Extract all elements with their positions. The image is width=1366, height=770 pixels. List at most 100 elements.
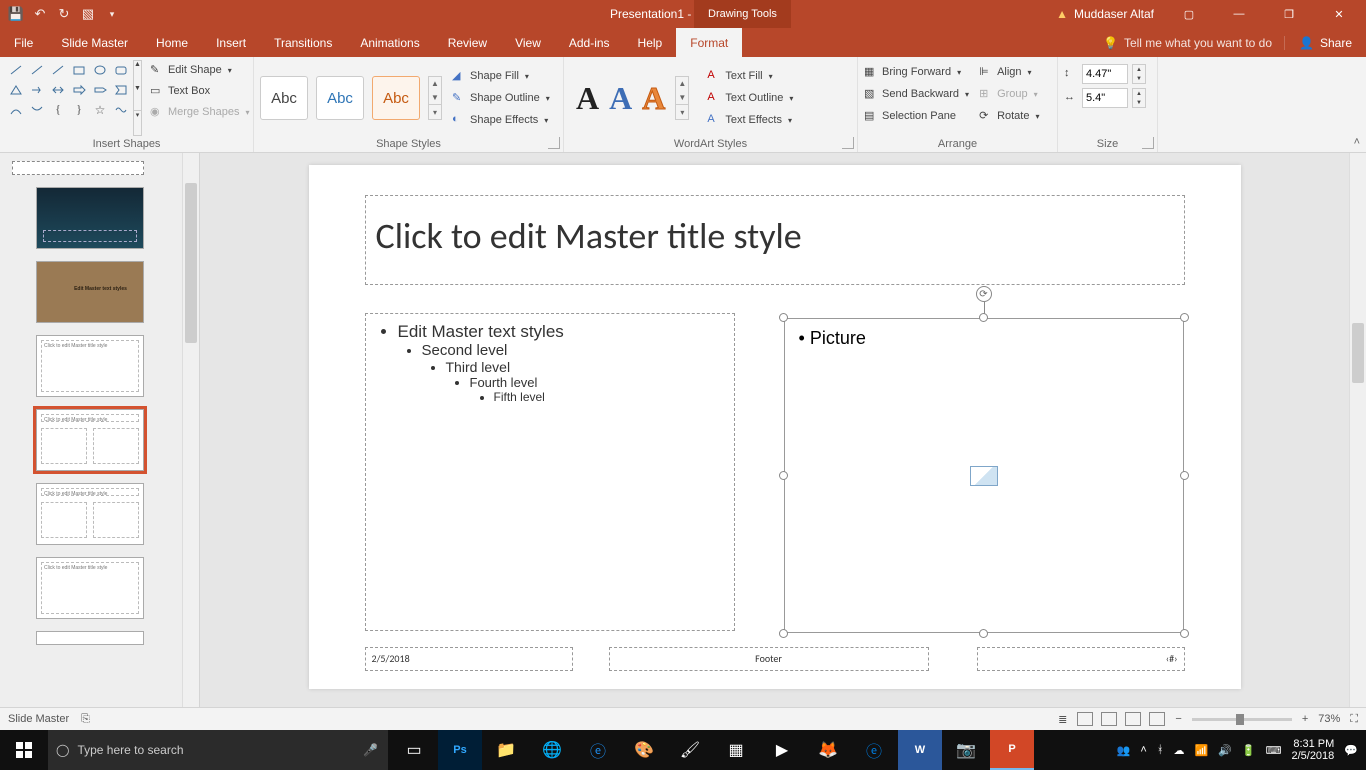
- resize-handle[interactable]: [779, 629, 788, 638]
- text-outline-button[interactable]: AText Outline▾: [707, 88, 793, 108]
- shape-styles-launcher[interactable]: [548, 137, 560, 149]
- notifications-icon[interactable]: 💬: [1344, 744, 1358, 757]
- camera-icon[interactable]: 📷: [944, 730, 988, 770]
- onedrive-icon[interactable]: ☁: [1173, 744, 1184, 757]
- footer-placeholder[interactable]: Footer: [609, 647, 929, 671]
- redo-icon[interactable]: ↻: [56, 6, 72, 22]
- title-placeholder[interactable]: Click to edit Master title style: [365, 195, 1185, 285]
- layout-thumb[interactable]: Click to edit Master title style: [36, 335, 144, 397]
- battery-icon[interactable]: 🔋: [1242, 744, 1256, 757]
- tab-animations[interactable]: Animations: [346, 28, 433, 57]
- tray-clock[interactable]: 8:31 PM 2/5/2018: [1291, 738, 1334, 762]
- shapes-gallery[interactable]: { } ☆: [6, 60, 131, 136]
- bring-forward-button[interactable]: ▦Bring Forward▾: [864, 62, 969, 82]
- layout-thumb[interactable]: [36, 631, 144, 645]
- task-view-icon[interactable]: ▭: [392, 730, 436, 770]
- explorer-icon[interactable]: 📁: [484, 730, 528, 770]
- edit-shape-button[interactable]: ✎Edit Shape▾: [150, 60, 250, 80]
- fit-to-window-icon[interactable]: ⛶: [1350, 713, 1358, 726]
- wordart-launcher[interactable]: [842, 137, 854, 149]
- tab-transitions[interactable]: Transitions: [260, 28, 346, 57]
- qat-customize-icon[interactable]: ▾: [104, 6, 120, 22]
- taskbar-search[interactable]: ◯ Type here to search 🎤: [48, 730, 388, 770]
- height-input[interactable]: [1082, 64, 1128, 84]
- reading-view-icon[interactable]: [1125, 712, 1141, 726]
- style-thumb[interactable]: Abc: [372, 76, 420, 120]
- layout-thumb[interactable]: [12, 161, 144, 175]
- zoom-in-button[interactable]: +: [1302, 713, 1308, 725]
- powerpoint-icon[interactable]: P: [990, 730, 1034, 770]
- shape-outline-button[interactable]: ✎Shape Outline▾: [452, 88, 550, 108]
- text-effects-button[interactable]: AText Effects▾: [707, 110, 793, 130]
- tab-addins[interactable]: Add-ins: [555, 28, 624, 57]
- tab-review[interactable]: Review: [434, 28, 501, 57]
- height-spinner[interactable]: ▲▼: [1132, 64, 1146, 84]
- shape-style-gallery[interactable]: Abc Abc Abc ▲▼▾: [260, 76, 442, 120]
- ie-icon[interactable]: ⓔ: [576, 730, 620, 770]
- rotate-handle[interactable]: ⟳: [976, 286, 992, 302]
- wordart-gallery-more[interactable]: ▲▼▾: [675, 76, 689, 120]
- wordart-thumb[interactable]: A: [576, 80, 599, 117]
- tab-home[interactable]: Home: [142, 28, 202, 57]
- volume-icon[interactable]: 🔊: [1218, 744, 1232, 757]
- picture-icon[interactable]: [970, 466, 998, 486]
- layout-thumb[interactable]: Edit Master text styles: [36, 261, 144, 323]
- bt-icon[interactable]: ᚼ: [1157, 744, 1164, 756]
- width-field[interactable]: ↔ ▲▼: [1064, 88, 1146, 108]
- send-backward-button[interactable]: ▧Send Backward▾: [864, 84, 969, 104]
- wifi-icon[interactable]: 📶: [1194, 744, 1208, 757]
- layout-thumb-selected[interactable]: Click to edit Master title style: [36, 409, 144, 471]
- resize-handle[interactable]: [779, 313, 788, 322]
- tab-view[interactable]: View: [501, 28, 555, 57]
- layout-thumb[interactable]: [36, 187, 144, 249]
- resize-handle[interactable]: [1180, 629, 1189, 638]
- zoom-level[interactable]: 73%: [1318, 713, 1340, 725]
- filmora-icon[interactable]: ▶: [760, 730, 804, 770]
- people-icon[interactable]: 👥: [1117, 744, 1131, 757]
- content-placeholder[interactable]: Edit Master text styles Second level Thi…: [365, 313, 735, 631]
- vertical-scrollbar[interactable]: [1349, 153, 1366, 707]
- resize-handle[interactable]: [979, 313, 988, 322]
- edge-icon[interactable]: ⓔ: [852, 730, 896, 770]
- ribbon-display-icon[interactable]: ▢: [1166, 0, 1212, 28]
- shapes-more[interactable]: ▲ ▼ ▾: [133, 60, 142, 136]
- slide-canvas[interactable]: Click to edit Master title style Edit Ma…: [200, 153, 1349, 707]
- tab-format[interactable]: Format: [676, 28, 742, 57]
- width-spinner[interactable]: ▲▼: [1132, 88, 1146, 108]
- tab-file[interactable]: File: [0, 28, 47, 57]
- layout-thumb[interactable]: Click to edit Master title style: [36, 483, 144, 545]
- lang-icon[interactable]: ⌨: [1266, 744, 1282, 757]
- start-from-beginning-icon[interactable]: ▧: [80, 6, 96, 22]
- style-gallery-more[interactable]: ▲▼▾: [428, 76, 442, 120]
- resize-handle[interactable]: [1180, 471, 1189, 480]
- size-launcher[interactable]: [1142, 137, 1154, 149]
- start-button[interactable]: [0, 730, 48, 770]
- tab-help[interactable]: Help: [624, 28, 677, 57]
- resize-handle[interactable]: [779, 471, 788, 480]
- slideshow-view-icon[interactable]: [1149, 712, 1165, 726]
- thumb-scrollbar[interactable]: [182, 153, 199, 707]
- close-master-icon[interactable]: ⎘: [81, 713, 90, 726]
- undo-icon[interactable]: ↶: [32, 6, 48, 22]
- tab-slide-master[interactable]: Slide Master: [47, 28, 142, 57]
- height-field[interactable]: ↕ ▲▼: [1064, 64, 1146, 84]
- shape-fill-button[interactable]: ◢Shape Fill▾: [452, 66, 550, 86]
- notes-button[interactable]: ≣: [1058, 713, 1067, 726]
- maximize-icon[interactable]: ❐: [1266, 0, 1312, 28]
- width-input[interactable]: [1082, 88, 1128, 108]
- minimize-icon[interactable]: —: [1216, 0, 1262, 28]
- rotate-button[interactable]: ⟳Rotate▾: [979, 106, 1039, 126]
- align-button[interactable]: ⊫Align▾: [979, 62, 1039, 82]
- resize-handle[interactable]: [1180, 313, 1189, 322]
- user-account[interactable]: ▲ Muddaser Altaf: [1056, 7, 1154, 21]
- layout-thumb[interactable]: Click to edit Master title style: [36, 557, 144, 619]
- collapse-ribbon-icon[interactable]: ˄: [1354, 136, 1360, 148]
- photoshop-icon[interactable]: Ps: [438, 730, 482, 770]
- tell-me-search[interactable]: 💡 Tell me what you want to do: [1091, 36, 1284, 50]
- style-thumb[interactable]: Abc: [260, 76, 308, 120]
- style-thumb[interactable]: Abc: [316, 76, 364, 120]
- picture-placeholder-selected[interactable]: ⟳ • Picture: [784, 318, 1184, 633]
- sorter-view-icon[interactable]: [1101, 712, 1117, 726]
- paint-icon[interactable]: 🖌: [668, 730, 712, 770]
- paint3d-icon[interactable]: 🎨: [622, 730, 666, 770]
